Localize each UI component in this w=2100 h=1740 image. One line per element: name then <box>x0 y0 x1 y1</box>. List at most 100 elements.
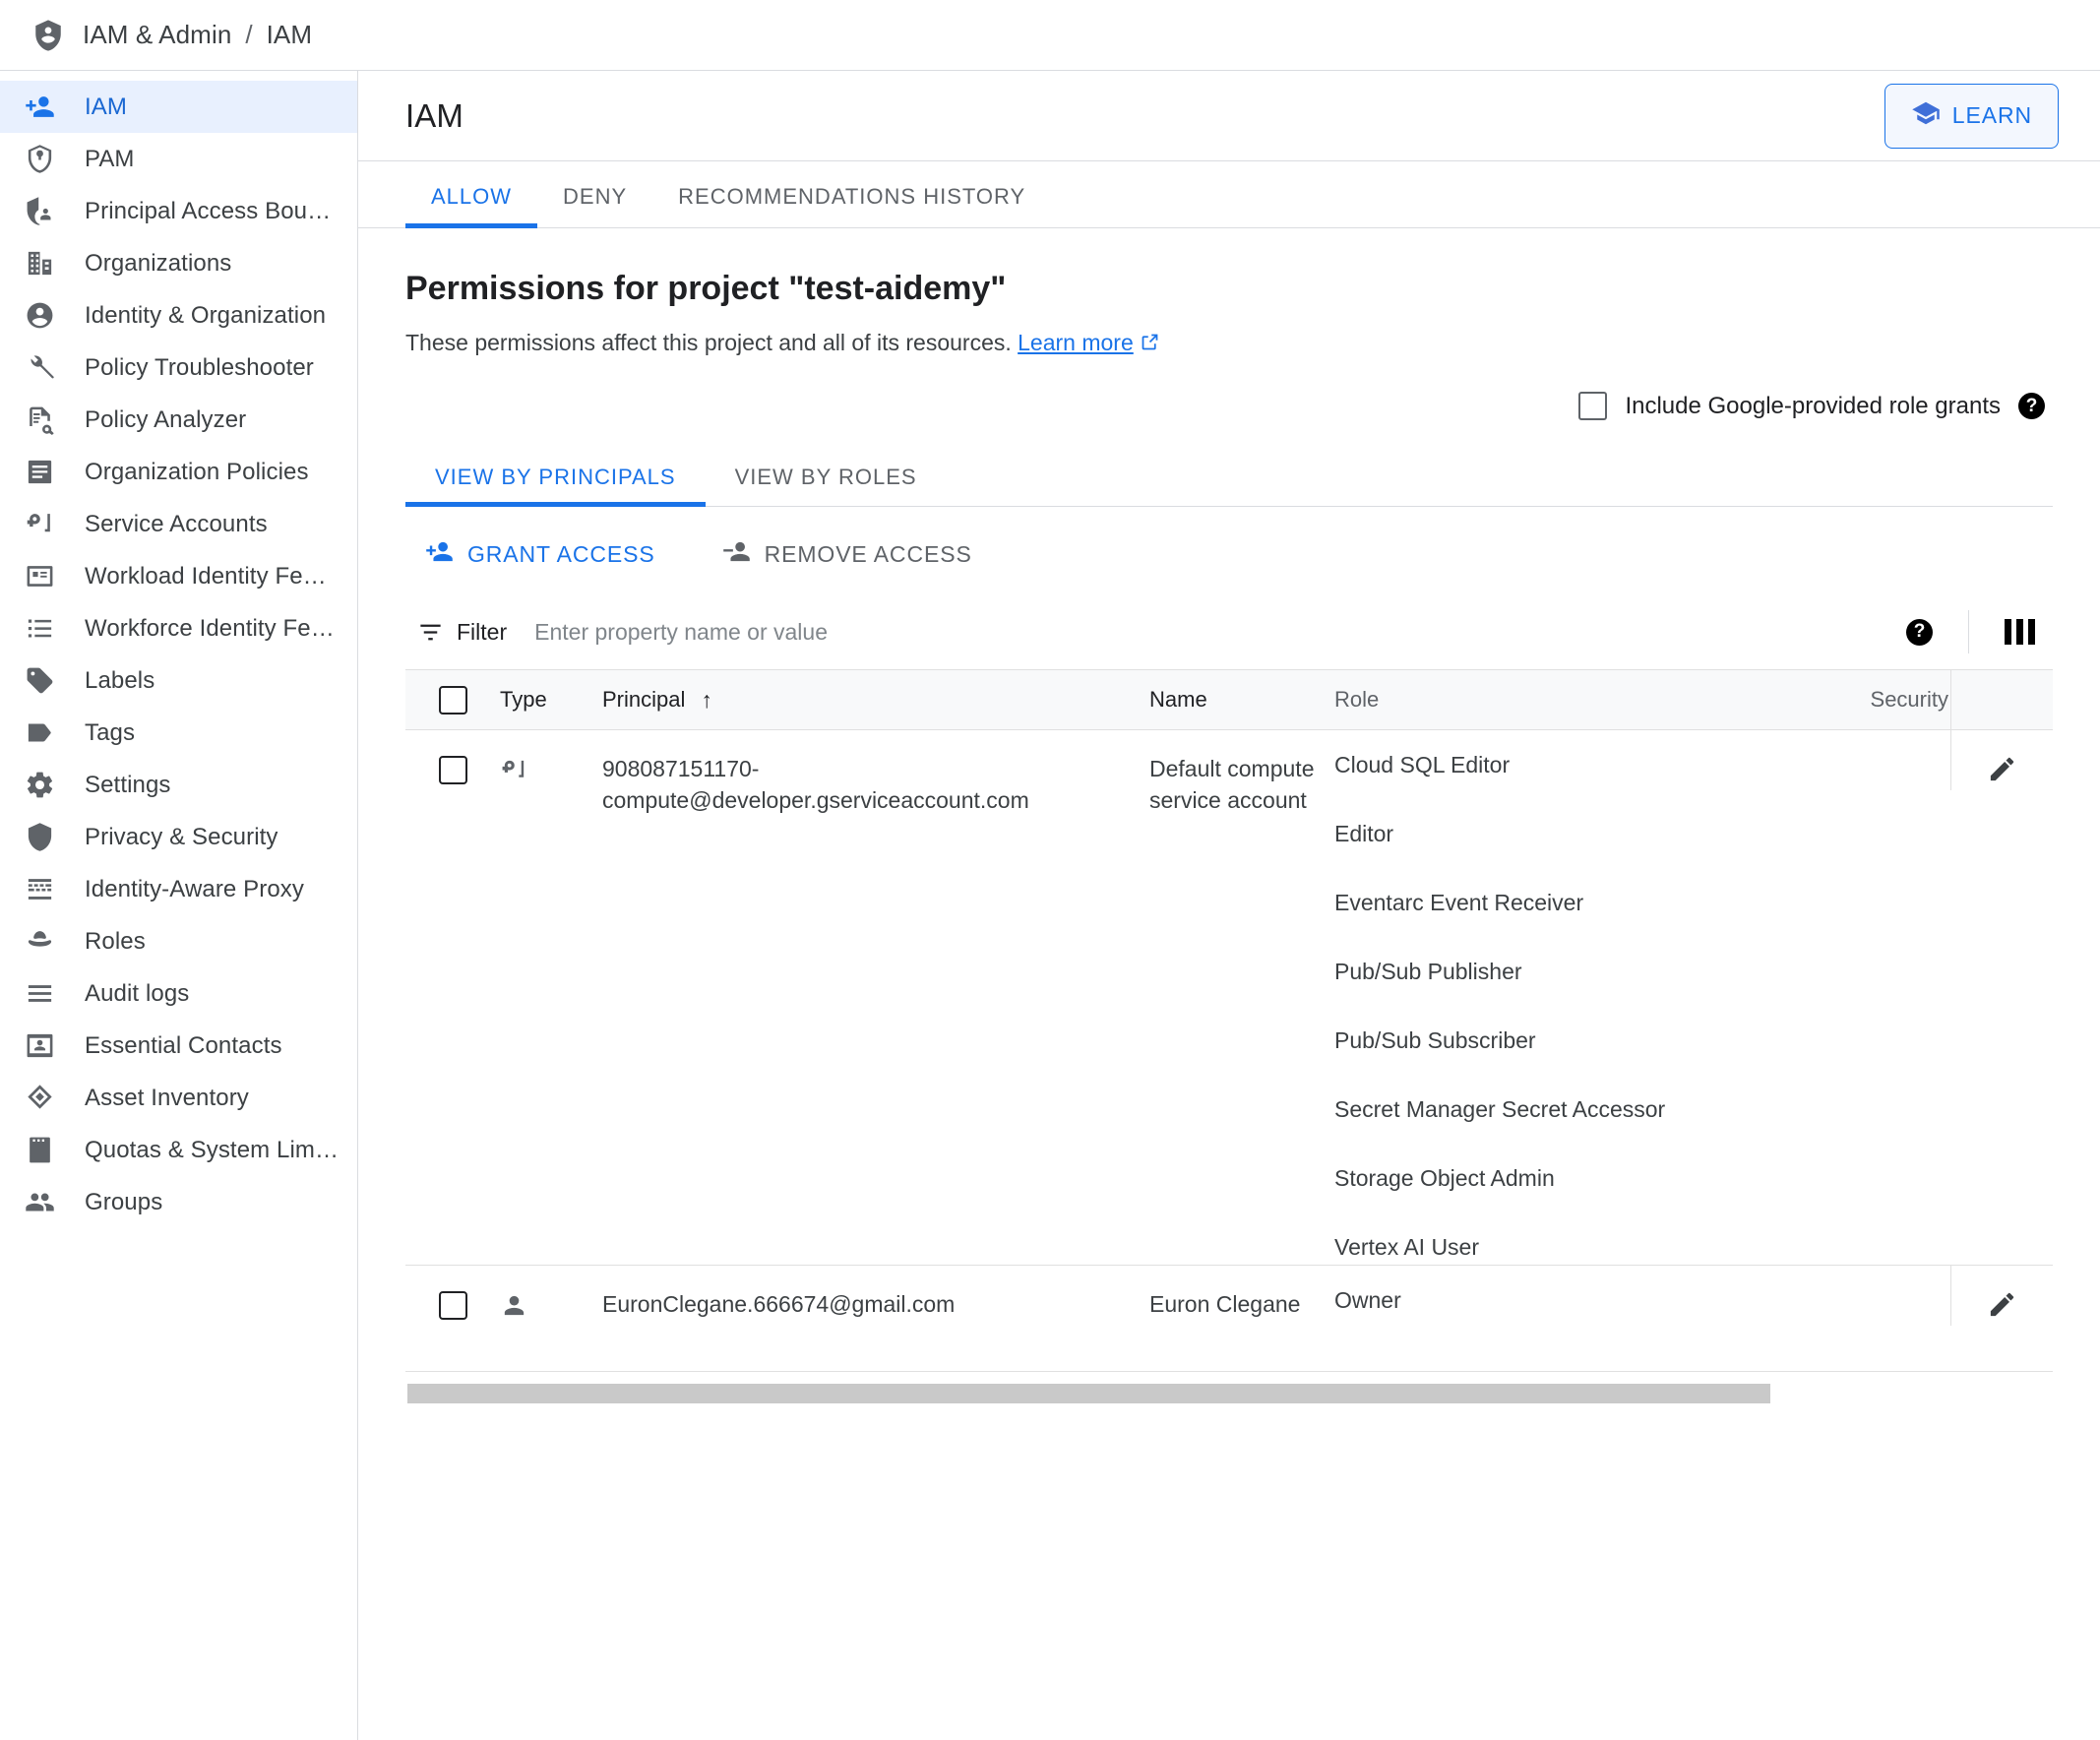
columns-icon[interactable] <box>2005 619 2035 645</box>
filter-help-icon[interactable]: ? <box>1906 618 1933 646</box>
sidebar-item-identity-organization[interactable]: Identity & Organization <box>0 289 357 342</box>
sidebar-item-label: Asset Inventory <box>85 1084 249 1111</box>
sidebar-item-principal-access-boundary[interactable]: Principal Access Boundary <box>0 185 357 237</box>
row-checkbox[interactable] <box>438 1291 467 1320</box>
sidebar-item-essential-contacts[interactable]: Essential Contacts <box>0 1020 357 1072</box>
sidebar-item-quotas-system-limits[interactable]: Quotas & System Limits <box>0 1124 357 1176</box>
column-header-type[interactable]: Type <box>500 687 602 713</box>
learn-button[interactable]: LEARN <box>1884 83 2059 149</box>
breadcrumb-root[interactable]: IAM & Admin <box>83 20 231 50</box>
column-header-name[interactable]: Name <box>1149 687 1334 713</box>
main-content: IAM LEARN ALLOW DENY RECOMMENDATIONS HISTO… <box>358 71 2100 1740</box>
row-select-cell <box>405 730 500 1265</box>
row-checkbox[interactable] <box>438 756 467 784</box>
sidebar-item-label: Organization Policies <box>85 458 309 485</box>
sidebar-item-service-accounts[interactable]: Service Accounts <box>0 498 357 550</box>
tag-arrow-icon <box>22 715 57 751</box>
horizontal-scrollbar[interactable] <box>405 1372 2053 1403</box>
graduation-cap-icon <box>1911 98 1941 134</box>
key-card-icon <box>500 756 528 1265</box>
sidebar-item-asset-inventory[interactable]: Asset Inventory <box>0 1072 357 1124</box>
bullet-list-icon <box>22 611 57 647</box>
sidebar-item-audit-logs[interactable]: Audit logs <box>0 967 357 1020</box>
sidebar-item-labels[interactable]: Labels <box>0 654 357 707</box>
role-item: Storage Object Admin <box>1334 1165 1555 1191</box>
include-google-grants-label: Include Google-provided role grants <box>1625 392 2001 419</box>
table-row[interactable]: EuronClegane.666674@gmail.com Euron Clega… <box>405 1266 2053 1372</box>
table-header-row: Type Principal ↑ Name Role Security <box>405 669 2053 730</box>
sidebar-item-pam[interactable]: PAM <box>0 133 357 185</box>
sidebar-item-organization-policies[interactable]: Organization Policies <box>0 446 357 498</box>
sidebar-item-workforce-identity-federa[interactable]: Workforce Identity Federa… <box>0 602 357 654</box>
tab-recommendations-history[interactable]: RECOMMENDATIONS HISTORY <box>652 184 1051 227</box>
row-security <box>1775 1266 1950 1371</box>
column-header-edit <box>1950 670 2053 729</box>
role-item: Pub/Sub Subscriber <box>1334 1027 1536 1053</box>
tab-deny[interactable]: DENY <box>537 184 652 227</box>
hat-icon <box>22 924 57 960</box>
sidebar-item-label: Organizations <box>85 249 232 277</box>
sidebar-item-roles[interactable]: Roles <box>0 915 357 967</box>
role-item: Owner <box>1334 1287 1401 1313</box>
sidebar-item-label: PAM <box>85 145 135 172</box>
external-link-icon <box>1140 332 1160 358</box>
quota-icon <box>22 1133 57 1168</box>
select-all-cell <box>405 685 500 715</box>
role-item: Vertex AI User <box>1334 1234 1480 1260</box>
sidebar-item-identity-aware-proxy[interactable]: Identity-Aware Proxy <box>0 863 357 915</box>
contact-card-icon <box>22 1028 57 1064</box>
select-all-checkbox[interactable] <box>438 685 467 715</box>
pencil-icon[interactable] <box>1987 754 2017 790</box>
sidebar-item-policy-analyzer[interactable]: Policy Analyzer <box>0 394 357 446</box>
sidebar-item-label: Privacy & Security <box>85 823 278 850</box>
view-mode-tab-bar: VIEW BY PRINCIPALS VIEW BY ROLES <box>405 446 2053 507</box>
permissions-title: Permissions for project "test-aidemy" <box>405 270 1007 307</box>
column-header-security[interactable]: Security <box>1775 687 1950 713</box>
account-circle-icon <box>22 298 57 334</box>
sidebar-item-label: Roles <box>85 927 146 955</box>
sidebar-item-privacy-security[interactable]: Privacy & Security <box>0 811 357 863</box>
table-body: 908087151170-compute@developer.gservicea… <box>405 730 2053 1372</box>
sidebar-item-label: Quotas & System Limits <box>85 1136 339 1163</box>
role-item: Cloud SQL Editor <box>1334 752 1511 777</box>
grant-access-button[interactable]: GRANT ACCESS <box>419 536 661 573</box>
breadcrumb-current[interactable]: IAM <box>267 20 313 50</box>
filter-bar: Filter ? <box>405 594 2053 669</box>
role-item: Eventarc Event Receiver <box>1334 890 1584 915</box>
permissions-description: These permissions affect this project an… <box>405 330 2053 358</box>
lines-icon <box>22 976 57 1012</box>
row-type-cell <box>500 730 602 1265</box>
shield-key-icon <box>22 142 57 177</box>
horizontal-scrollbar-thumb[interactable] <box>407 1384 1770 1403</box>
help-icon[interactable]: ? <box>2018 393 2045 419</box>
person-add-icon <box>425 537 454 572</box>
tab-allow[interactable]: ALLOW <box>405 184 538 228</box>
role-item: Secret Manager Secret Accessor <box>1334 1096 1666 1122</box>
sidebar-item-tags[interactable]: Tags <box>0 707 357 759</box>
sidebar-item-workload-identity-federat[interactable]: Workload Identity Federat… <box>0 550 357 602</box>
breadcrumb-bar: IAM & Admin / IAM <box>0 0 2100 71</box>
sidebar-item-label: Policy Troubleshooter <box>85 353 314 381</box>
subtab-view-by-principals[interactable]: VIEW BY PRINCIPALS <box>405 465 706 507</box>
sidebar-item-label: Labels <box>85 666 155 694</box>
sidebar-item-settings[interactable]: Settings <box>0 759 357 811</box>
column-header-principal[interactable]: Principal ↑ <box>602 687 1149 714</box>
column-header-principal-label: Principal <box>602 687 686 712</box>
pencil-icon[interactable] <box>1987 1289 2017 1326</box>
include-google-grants-checkbox[interactable] <box>1578 392 1608 420</box>
sidebar-item-organizations[interactable]: Organizations <box>0 237 357 289</box>
sidebar-item-iam[interactable]: IAM <box>0 81 357 133</box>
remove-access-button[interactable]: REMOVE ACCESS <box>716 536 978 573</box>
row-security <box>1775 730 1950 1265</box>
sidebar-item-label: IAM <box>85 93 127 120</box>
filter-icon[interactable] <box>413 619 447 646</box>
filter-input[interactable] <box>532 617 1906 647</box>
sidebar-item-groups[interactable]: Groups <box>0 1176 357 1228</box>
sidebar-item-policy-troubleshooter[interactable]: Policy Troubleshooter <box>0 342 357 394</box>
table-row[interactable]: 908087151170-compute@developer.gservicea… <box>405 730 2053 1266</box>
sidebar: IAM PAM Principal Access Boundary Organizat… <box>0 71 358 1740</box>
subtab-view-by-roles[interactable]: VIEW BY ROLES <box>706 465 947 506</box>
person-remove-icon <box>722 537 751 572</box>
column-header-role[interactable]: Role <box>1334 687 1775 713</box>
learn-more-link[interactable]: Learn more <box>1018 330 1134 355</box>
